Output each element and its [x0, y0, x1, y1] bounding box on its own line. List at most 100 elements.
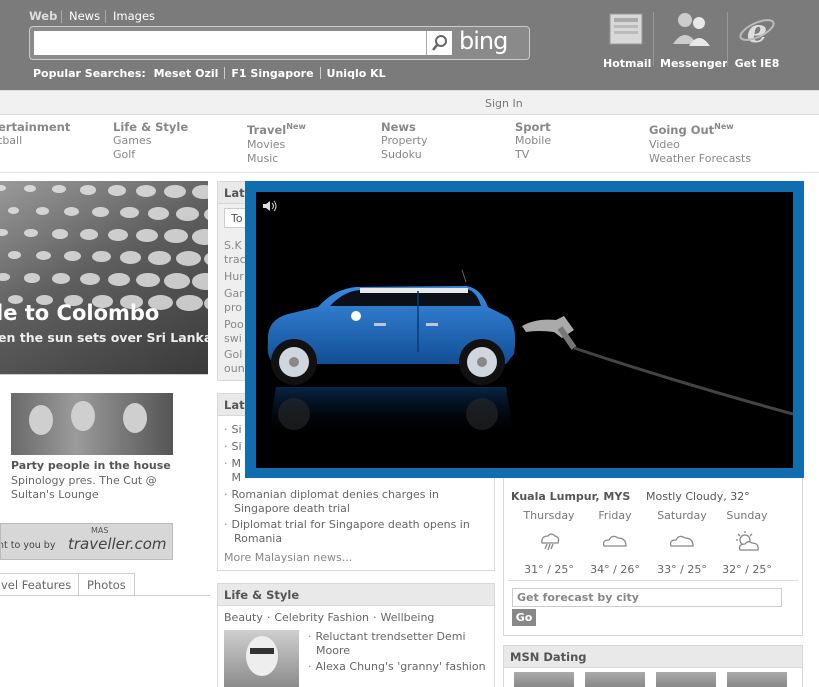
nav-sub-music[interactable]: Music	[247, 152, 306, 166]
news-item[interactable]: Poo	[224, 318, 244, 331]
hero-pattern-dot	[136, 273, 160, 288]
nav-life-style[interactable]: Life & Style	[113, 120, 188, 134]
nav-sport[interactable]: Sport	[515, 120, 551, 134]
traveller-banner[interactable]: ht to you by MAS traveller.com	[0, 523, 173, 560]
life-style-header[interactable]: Life & Style	[218, 584, 494, 606]
hero-pattern-dot	[64, 207, 79, 216]
popular-item[interactable]: F1 Singapore	[231, 67, 313, 80]
hero-pattern-dot	[120, 207, 139, 219]
hero-pattern-dot	[192, 229, 208, 245]
dating-photo[interactable]	[656, 672, 716, 687]
news-item[interactable]: oun	[224, 362, 245, 375]
party-description: Spinology pres. The Cut @ Sultan's Loung…	[11, 474, 157, 501]
party-photo[interactable]	[11, 393, 173, 455]
msn-dating-header[interactable]: MSN Dating	[504, 646, 802, 668]
weather-day: Thursday	[523, 509, 575, 522]
dating-photo[interactable]	[585, 672, 645, 687]
news-item[interactable]: M	[232, 457, 242, 470]
category-nav: ertainment tball Life & Style Games Golf…	[0, 115, 819, 173]
life-item[interactable]: Reluctant trendsetter Demi Moore	[316, 630, 466, 657]
forecast-city-input[interactable]: Get forecast by city	[512, 588, 782, 607]
dating-photo[interactable]	[514, 672, 574, 687]
news-item[interactable]: Romanian diplomat denies charges in Sing…	[232, 488, 440, 515]
news-item[interactable]: Hur	[224, 270, 244, 283]
life-style-box: Life & Style Beauty · Celebrity Fashion · We…	[217, 583, 495, 687]
life-item[interactable]: Alexa Chung's 'granny' fashion	[316, 660, 486, 673]
news-item[interactable]: S.K	[224, 239, 242, 252]
hero-pattern-dot	[92, 251, 111, 263]
hero-title[interactable]: le to Colombo	[0, 301, 159, 325]
life-link-beauty[interactable]: Beauty	[224, 611, 263, 624]
weather-day: Friday	[598, 509, 632, 522]
news-item[interactable]: swi	[224, 332, 242, 345]
tab-images[interactable]: Images	[113, 9, 155, 23]
hero-pattern-dot	[176, 207, 199, 221]
nav-travel[interactable]: Travel	[247, 123, 286, 137]
news-item[interactable]: Diplomat trial for Singapore death opens…	[232, 518, 470, 545]
nav-sub-property[interactable]: Property	[381, 134, 428, 148]
dating-photo[interactable]	[727, 672, 787, 687]
news-item[interactable]: pro	[224, 301, 242, 314]
bing-logo: bing	[459, 27, 508, 55]
popular-item[interactable]: Uniqlo KL	[327, 67, 386, 80]
nav-sub-games[interactable]: Games	[113, 134, 188, 148]
popular-searches: Popular Searches: Meset Ozil F1 Singapore…	[33, 67, 386, 80]
messenger-icon	[673, 13, 710, 46]
news-item[interactable]: Gar	[224, 287, 244, 300]
get-ie8-link[interactable]: e Get IE8	[733, 10, 781, 70]
hotmail-link[interactable]: Hotmail	[603, 10, 651, 70]
mini-cooper-ad[interactable]	[245, 181, 804, 478]
popular-item[interactable]: Meset Ozil	[154, 67, 219, 80]
news-item[interactable]: trac	[224, 253, 246, 266]
hero-pattern-dot	[148, 207, 169, 220]
hero-pattern-dot	[64, 251, 81, 262]
ie-icon: e	[739, 12, 775, 50]
nav-sub-sudoku[interactable]: Sudoku	[381, 148, 428, 162]
forecast-go-button[interactable]: Go	[512, 609, 536, 626]
sign-in-link[interactable]: Sign In	[485, 97, 523, 110]
nav-sub-tv[interactable]: TV	[515, 148, 551, 162]
nav-sub-weather-forecasts[interactable]: Weather Forecasts	[649, 152, 751, 166]
life-link-wellbeing[interactable]: Wellbeing	[381, 611, 435, 624]
hero-pattern-dot	[136, 185, 156, 197]
nav-news[interactable]: News	[381, 120, 428, 134]
hero-feature[interactable]: le to Colombo en the sun sets over Sri L…	[0, 181, 208, 375]
weather-temp: 31° / 25°	[524, 563, 574, 576]
nav-sub-movies[interactable]: Movies	[247, 138, 306, 152]
news-item[interactable]: M	[232, 471, 242, 484]
tab-travel-features[interactable]: vel Features	[0, 573, 81, 595]
tab-photos[interactable]: Photos	[78, 573, 135, 595]
messenger-link[interactable]: Messenger	[660, 10, 728, 70]
search-input[interactable]	[34, 31, 426, 55]
nav-sub-mobile[interactable]: Mobile	[515, 134, 551, 148]
weather-city[interactable]: Kuala Lumpur, MYS	[511, 490, 630, 503]
news-item[interactable]: Si	[232, 440, 242, 453]
hero-pattern-dot	[176, 295, 203, 312]
hero-pattern-dot	[36, 207, 49, 215]
news-item[interactable]: Si	[232, 423, 242, 436]
latest-news-box: Lat To S.K trac Hur Gar pro Poo swi Gol …	[217, 181, 248, 381]
nav-entertainment[interactable]: ertainment	[0, 120, 70, 134]
hero-pattern-dot	[108, 273, 130, 287]
life-style-photo[interactable]	[224, 630, 299, 687]
nav-sub-video[interactable]: Video	[649, 138, 751, 152]
life-link-celebrity-fashion[interactable]: Celebrity Fashion	[274, 611, 369, 624]
banner-small-logo: MAS	[91, 526, 109, 535]
traveller-logo: traveller.com	[68, 535, 167, 553]
tab-web[interactable]: Web	[29, 9, 57, 23]
banner-text: ht to you by	[0, 540, 56, 551]
hero-pattern-dot	[136, 229, 158, 243]
tab-separator	[105, 10, 106, 23]
tab-news[interactable]: News	[69, 9, 100, 23]
latest-news-header: Lat	[218, 182, 246, 204]
more-malaysian-news-link[interactable]: More Malaysian news...	[224, 551, 352, 564]
ad-video[interactable]	[256, 192, 793, 468]
nav-sub-football[interactable]: tball	[0, 134, 70, 148]
search-button[interactable]	[426, 31, 452, 55]
hero-pattern-dot	[80, 229, 98, 240]
party-title[interactable]: Party people in the house	[11, 459, 171, 472]
nav-going-out[interactable]: Going Out	[649, 123, 714, 137]
hero-pattern-dot	[24, 185, 36, 193]
news-item[interactable]: Gol	[224, 348, 242, 361]
nav-sub-golf[interactable]: Golf	[113, 148, 188, 162]
